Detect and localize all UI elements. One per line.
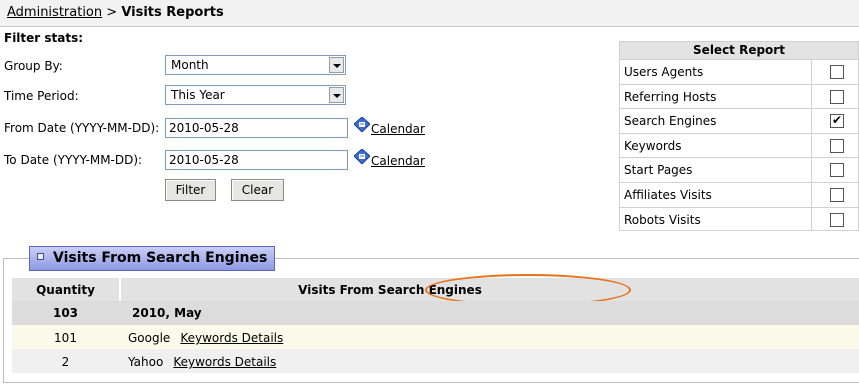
report-option-label: Users Agents xyxy=(624,65,704,79)
filter-title: Filter stats: xyxy=(4,31,84,45)
referring-hosts-checkbox[interactable] xyxy=(830,89,844,104)
report-option-label: Robots Visits xyxy=(624,212,701,227)
to-date-calendar-link[interactable]: Calendar xyxy=(371,154,425,168)
clear-button[interactable]: Clear xyxy=(231,179,284,201)
breadcrumb-administration-link[interactable]: Administration xyxy=(7,5,102,20)
breadcrumb-separator: > xyxy=(106,5,118,20)
chevron-down-icon[interactable] xyxy=(329,57,344,73)
keywords-details-link[interactable]: Keywords Details xyxy=(180,331,283,345)
calendar-icon[interactable] xyxy=(354,117,370,132)
report-option-label: Keywords xyxy=(624,138,682,153)
from-date-input[interactable]: 2010-05-28 xyxy=(165,118,348,138)
affiliates-visits-checkbox[interactable] xyxy=(830,187,844,202)
row-engine-cell: Google Keywords Details xyxy=(128,331,283,345)
group-period: 2010, May xyxy=(132,306,202,320)
report-option-keywords: Keywords xyxy=(620,132,858,158)
divider xyxy=(811,182,812,207)
divider xyxy=(811,60,812,84)
time-period-select[interactable]: This Year xyxy=(165,85,346,105)
report-option-label: Search Engines xyxy=(624,114,717,129)
row-engine-cell: Yahoo Keywords Details xyxy=(128,355,276,369)
report-option-label: Start Pages xyxy=(624,163,693,178)
row-quantity: 2 xyxy=(61,355,70,369)
divider xyxy=(811,109,812,133)
quantity-column-header: Quantity xyxy=(12,278,119,301)
report-option-label: Referring Hosts xyxy=(624,89,717,104)
table-row-group: 103 2010, May xyxy=(12,301,859,325)
report-option-robots-visits: Robots Visits xyxy=(620,206,858,232)
page-title: Visits Reports xyxy=(121,5,224,20)
report-option-affiliates-visits: Affiliates Visits xyxy=(620,181,858,207)
report-option-label: Affiliates Visits xyxy=(624,187,712,202)
results-tab[interactable]: Visits From Search Engines xyxy=(29,246,275,271)
divider xyxy=(811,133,812,158)
select-report-title: Select Report xyxy=(620,42,858,59)
users-agents-checkbox[interactable] xyxy=(830,65,844,79)
results-tab-title: Visits From Search Engines xyxy=(53,250,268,266)
divider xyxy=(811,84,812,109)
report-option-referring-hosts: Referring Hosts xyxy=(620,83,858,109)
calendar-icon[interactable] xyxy=(354,149,370,164)
square-icon xyxy=(37,253,44,260)
row-engine: Yahoo xyxy=(128,355,164,369)
keywords-details-link[interactable]: Keywords Details xyxy=(173,355,276,369)
row-engine: Google xyxy=(128,331,171,345)
time-period-value: This Year xyxy=(171,88,225,102)
group-by-select[interactable]: Month xyxy=(165,55,346,75)
chevron-down-icon[interactable] xyxy=(329,87,344,103)
keywords-checkbox[interactable] xyxy=(830,138,844,153)
to-date-label: To Date (YYYY-MM-DD): xyxy=(4,153,143,167)
divider xyxy=(811,158,812,182)
group-quantity: 103 xyxy=(52,306,79,320)
divider xyxy=(811,207,812,232)
from-date-label: From Date (YYYY-MM-DD): xyxy=(4,121,160,135)
select-report-panel: Select Report Users Agents Referring Hos… xyxy=(619,41,859,232)
report-option-start-pages: Start Pages xyxy=(620,157,858,182)
robots-visits-checkbox[interactable] xyxy=(830,212,844,227)
time-period-label: Time Period: xyxy=(4,89,79,103)
report-option-search-engines: Search Engines ✔ xyxy=(620,108,858,133)
report-option-users-agents: Users Agents xyxy=(620,59,858,84)
from-date-calendar-link[interactable]: Calendar xyxy=(371,122,425,136)
group-by-label: Group By: xyxy=(4,59,63,73)
search-engines-checkbox[interactable]: ✔ xyxy=(830,114,844,129)
breadcrumb: Administration > Visits Reports xyxy=(0,0,859,27)
start-pages-checkbox[interactable] xyxy=(830,163,844,178)
row-quantity: 101 xyxy=(54,331,77,345)
table-row: 2 Yahoo Keywords Details xyxy=(12,349,859,373)
filter-button[interactable]: Filter xyxy=(165,179,216,201)
to-date-input[interactable]: 2010-05-28 xyxy=(165,150,348,170)
group-by-value: Month xyxy=(171,58,209,72)
table-row: 101 Google Keywords Details xyxy=(12,325,859,349)
